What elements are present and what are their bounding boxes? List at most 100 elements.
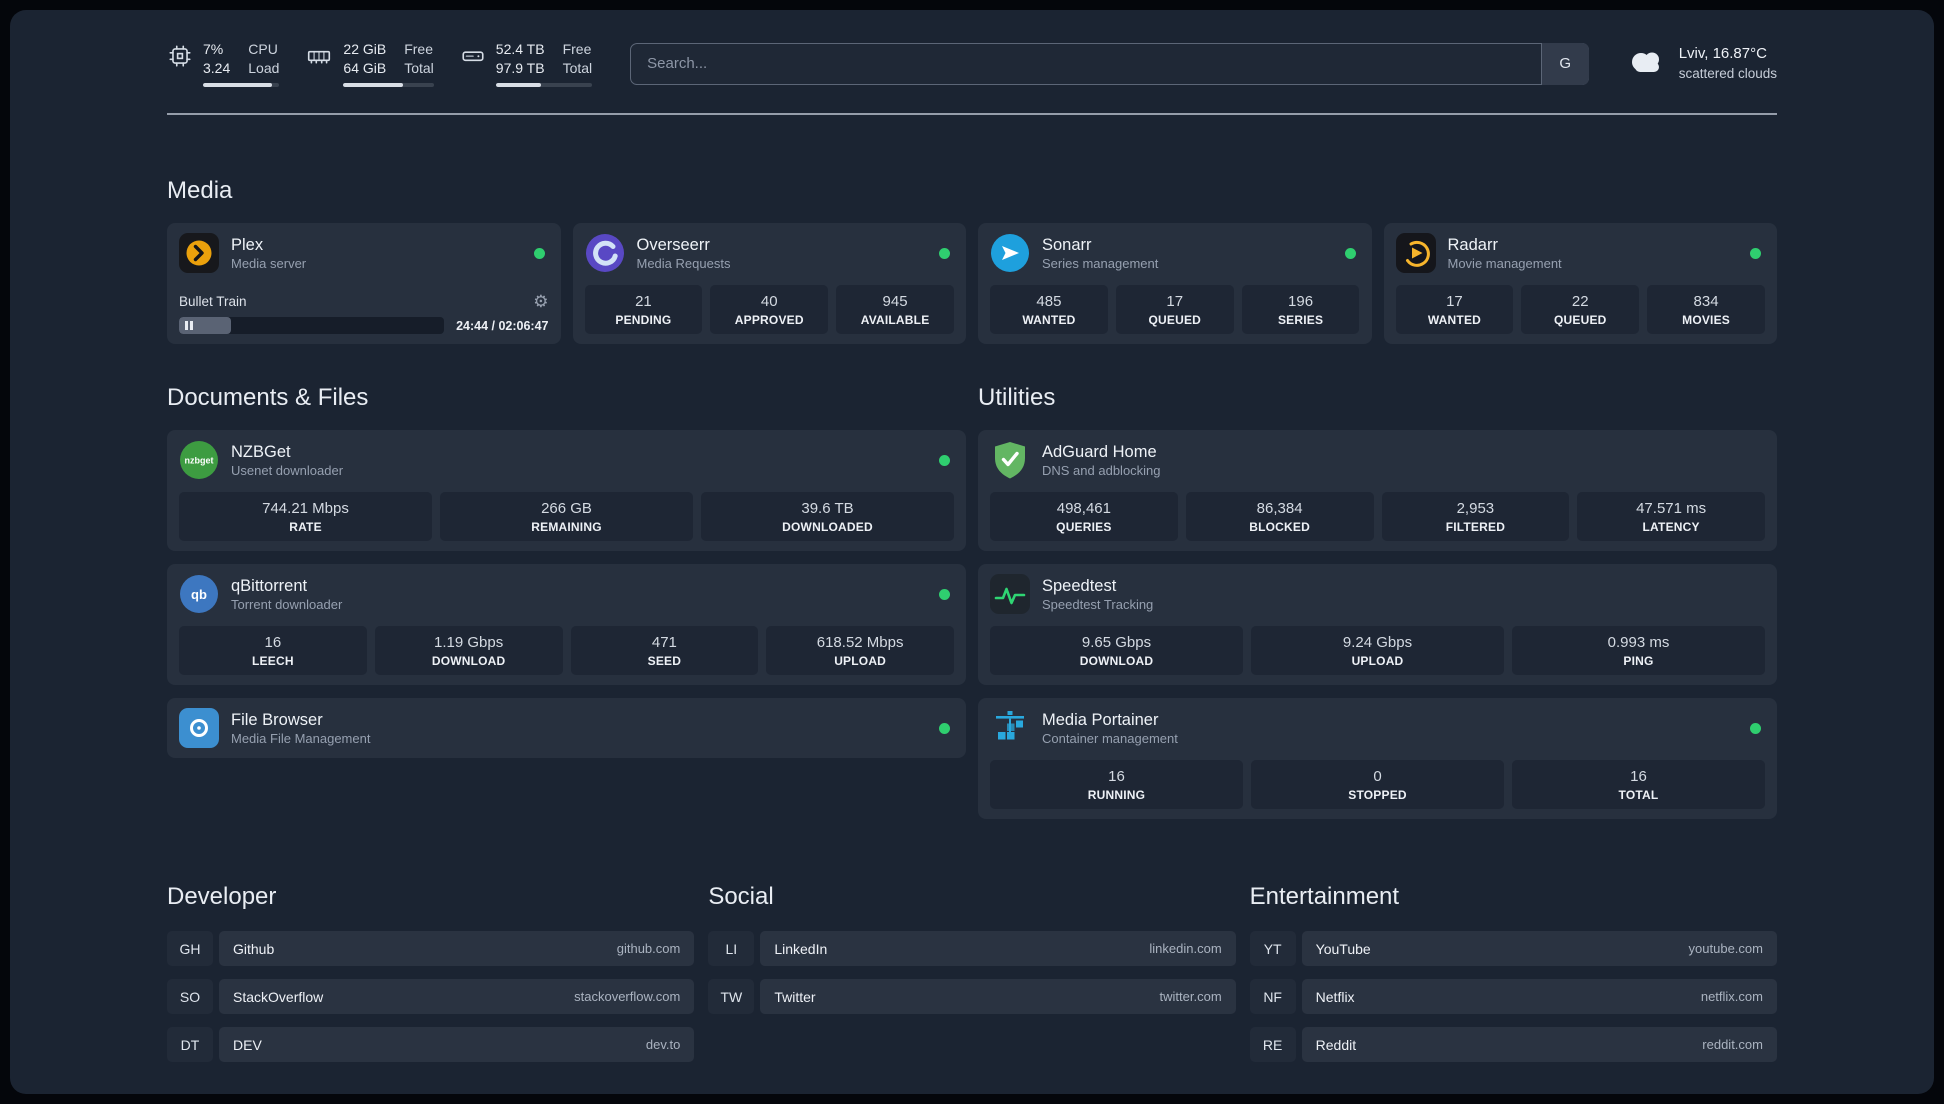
bookmark-stackoverflow[interactable]: SO StackOverflow stackoverflow.com [167, 979, 695, 1015]
bookmark-youtube[interactable]: YT YouTube youtube.com [1249, 931, 1777, 967]
stat-label: TOTAL [1618, 788, 1659, 803]
service-description: Media server [231, 255, 307, 271]
bookmark-abbr: TW [708, 979, 755, 1015]
svg-text:nzbget: nzbget [185, 456, 214, 466]
stat-box: 22 QUEUED [1521, 285, 1640, 335]
bookmark-domain: linkedin.com [1149, 941, 1222, 957]
service-card-nzbget[interactable]: nzbget NZBGet Usenet downloader 744.21 M… [167, 430, 966, 552]
stat-value: 22 [1571, 293, 1589, 311]
bookmark-dev[interactable]: DT DEV dev.to [167, 1027, 695, 1063]
stat-value: 9.65 Gbps [1081, 634, 1152, 652]
memory-free-value: 22 GiB [343, 41, 387, 57]
service-description: Speedtest Tracking [1042, 596, 1154, 612]
stat-box: 2,953 FILTERED [1381, 492, 1570, 542]
service-card-sonarr[interactable]: Sonarr Series management 485 WANTED 17 Q… [978, 223, 1372, 345]
service-card-radarr[interactable]: Radarr Movie management 17 WANTED 22 QUE… [1383, 223, 1777, 345]
playback-progress-bar[interactable] [179, 317, 445, 335]
stat-box: 471 SEED [570, 626, 759, 676]
bookmark-name: Github [233, 940, 275, 957]
stat-value: 16 [1108, 768, 1125, 786]
stat-box: 40 APPROVED [710, 285, 829, 335]
service-name: AdGuard Home [1042, 442, 1157, 461]
bookmark-linkedin[interactable]: LI LinkedIn linkedin.com [708, 931, 1236, 967]
pause-icon[interactable] [185, 321, 193, 331]
stat-box: 834 MOVIES [1647, 285, 1765, 335]
service-card-portainer[interactable]: Media Portainer Container management 16 … [978, 698, 1777, 820]
stat-label: DOWNLOAD [431, 654, 506, 669]
stat-box: 47.571 ms LATENCY [1577, 492, 1765, 542]
bookmark-name: StackOverflow [233, 988, 324, 1005]
search-input[interactable] [630, 42, 1589, 85]
stat-value: 618.52 Mbps [816, 634, 904, 652]
stat-box: 744.21 Mbps RATE [179, 492, 432, 542]
bookmark-github[interactable]: GH Github github.com [167, 931, 695, 967]
bookmark-domain: github.com [616, 941, 681, 957]
status-dot-online [939, 454, 950, 466]
bookmark-name: LinkedIn [774, 940, 828, 957]
service-description: Series management [1042, 255, 1159, 271]
service-name: File Browser [231, 710, 323, 729]
radarr-icon [1395, 233, 1436, 274]
stat-box: 17 WANTED [1395, 285, 1514, 335]
status-dot-online [939, 247, 950, 259]
filebrowser-icon [179, 708, 219, 749]
service-card-speedtest[interactable]: Speedtest Speedtest Tracking 9.65 Gbps D… [978, 564, 1777, 686]
bookmark-reddit[interactable]: RE Reddit reddit.com [1249, 1027, 1777, 1063]
service-description: DNS and adblocking [1042, 462, 1161, 478]
section-title-files: Documents & Files [167, 384, 369, 412]
service-card-filebrowser[interactable]: File Browser Media File Management [167, 698, 966, 759]
weather-location: Lviv, 16.87°C [1678, 45, 1767, 63]
disk-icon [460, 43, 486, 74]
status-dot-online [1750, 722, 1761, 734]
stat-value: 21 [635, 293, 652, 311]
stat-value: 196 [1288, 293, 1314, 311]
bookmark-name: DEV [233, 1036, 262, 1053]
bookmark-name: Twitter [774, 988, 816, 1005]
stat-label: LATENCY [1642, 520, 1700, 535]
stat-label: DOWNLOADED [782, 520, 873, 535]
header-divider [167, 113, 1777, 116]
cpu-progress-bar [203, 83, 280, 88]
media-section: Plex Media server Bullet Train ⚙ 24:44 /… [167, 223, 1777, 345]
weather-condition: scattered clouds [1678, 65, 1777, 81]
stat-box: 16 RUNNING [990, 760, 1243, 810]
plex-now-playing: Bullet Train ⚙ 24:44 / 02:06:47 [179, 281, 549, 335]
stat-box: 86,384 BLOCKED [1185, 492, 1374, 542]
bookmark-netflix[interactable]: NF Netflix netflix.com [1249, 979, 1777, 1015]
stat-box: 0 STOPPED [1251, 760, 1504, 810]
adguard-icon [990, 440, 1030, 480]
service-card-plex[interactable]: Plex Media server Bullet Train ⚙ 24:44 /… [167, 223, 561, 345]
disk-free-label: Free [562, 41, 592, 57]
service-card-qbittorrent[interactable]: qb qBittorrent Torrent downloader 16 LEE… [167, 564, 966, 686]
stat-label: BLOCKED [1249, 520, 1310, 535]
stat-value: 266 GB [541, 500, 592, 518]
cpu-usage-value: 7% [203, 41, 224, 57]
section-title-developer: Developer [167, 883, 277, 911]
memory-icon [305, 43, 333, 74]
portainer-icon [990, 708, 1030, 748]
service-card-adguard[interactable]: AdGuard Home DNS and adblocking 498,461 … [978, 430, 1777, 552]
gear-icon[interactable]: ⚙ [533, 293, 548, 310]
stat-value: 17 [1166, 293, 1184, 311]
svg-text:qb: qb [191, 587, 207, 602]
stat-label: UPLOAD [1351, 654, 1404, 669]
bookmark-domain: twitter.com [1159, 989, 1222, 1005]
bookmark-abbr: GH [167, 931, 213, 967]
search-provider-button[interactable]: G [1540, 42, 1589, 85]
service-description: Container management [1042, 730, 1178, 746]
memory-free-label: Free [404, 41, 434, 57]
bookmark-twitter[interactable]: TW Twitter twitter.com [708, 979, 1236, 1015]
stat-value: 0.993 ms [1607, 634, 1670, 652]
cloud-icon [1627, 47, 1667, 80]
status-dot-online [939, 722, 950, 734]
bookmark-abbr: LI [708, 931, 755, 967]
stat-label: WANTED [1427, 313, 1482, 328]
bookmark-domain: reddit.com [1702, 1037, 1763, 1053]
stat-box: 196 SERIES [1241, 285, 1360, 335]
stat-box: 16 LEECH [179, 626, 367, 676]
status-dot-online [1750, 247, 1761, 259]
service-card-overseerr[interactable]: Overseerr Media Requests 21 PENDING 40 A… [572, 223, 966, 345]
status-dot-online [1344, 247, 1356, 259]
bookmark-domain: youtube.com [1688, 941, 1763, 957]
stat-label: QUERIES [1056, 520, 1112, 535]
